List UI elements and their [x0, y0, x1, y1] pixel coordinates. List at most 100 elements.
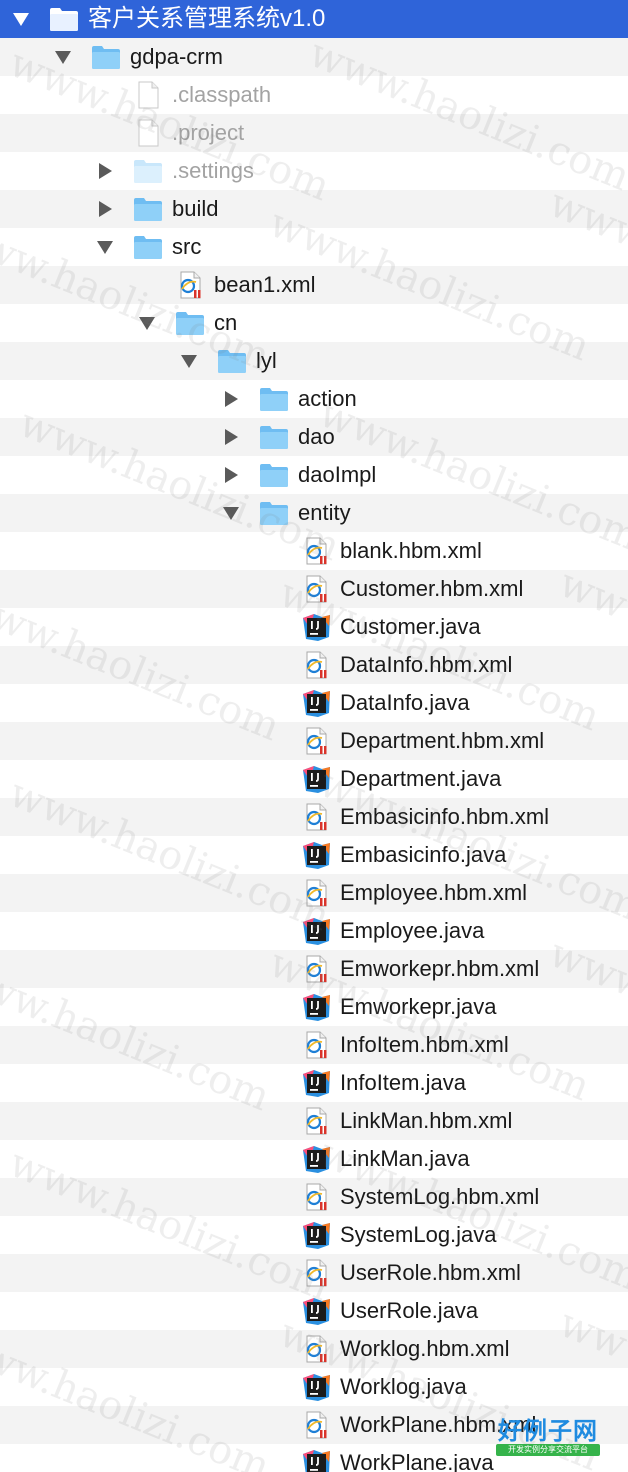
tree-item-label: .project: [172, 120, 245, 145]
disclosure-triangle-right-icon[interactable]: [94, 152, 116, 190]
java-file-icon: [300, 840, 332, 870]
tree-row-systemlog-java[interactable]: SystemLog.java: [0, 1216, 628, 1254]
tree-row-userrole-hbm-xml[interactable]: UserRole.hbm.xml: [0, 1254, 628, 1292]
tree-row-v1-0[interactable]: 客户关系管理系统v1.0: [0, 0, 628, 38]
tree-row-embasicinfo-hbm-xml[interactable]: Embasicinfo.hbm.xml: [0, 798, 628, 836]
disclosure-triangle-right-icon[interactable]: [220, 456, 242, 494]
disclosure-triangle-down-icon[interactable]: [10, 0, 32, 38]
folder-icon: [258, 384, 290, 414]
tree-row-gdpa-crm[interactable]: gdpa-crm: [0, 38, 628, 76]
tree-item-label: .settings: [172, 158, 254, 183]
java-file-icon: [300, 612, 332, 642]
tree-row-settings[interactable]: .settings: [0, 152, 628, 190]
tree-row-customer-hbm-xml[interactable]: Customer.hbm.xml: [0, 570, 628, 608]
tree-row-customer-java[interactable]: Customer.java: [0, 608, 628, 646]
tree-row-systemlog-hbm-xml[interactable]: SystemLog.hbm.xml: [0, 1178, 628, 1216]
tree-item-label: DataInfo.java: [340, 690, 470, 715]
tree-item-label: Embasicinfo.hbm.xml: [340, 804, 550, 829]
tree-item-label: Department.java: [340, 766, 502, 791]
tree-row-workplane-hbm-xml[interactable]: WorkPlane.hbm.xml: [0, 1406, 628, 1444]
tree-row-dao[interactable]: dao: [0, 418, 628, 456]
tree-item-label: entity: [298, 500, 351, 525]
tree-row-userrole-java[interactable]: UserRole.java: [0, 1292, 628, 1330]
tree-row-linkman-hbm-xml[interactable]: LinkMan.hbm.xml: [0, 1102, 628, 1140]
tree-item-label: Emworkepr.java: [340, 994, 497, 1019]
tree-item-label: LinkMan.hbm.xml: [340, 1108, 513, 1133]
tree-item-label: Department.hbm.xml: [340, 728, 545, 753]
tree-item-label: DataInfo.hbm.xml: [340, 652, 513, 677]
tree-row-classpath[interactable]: .classpath: [0, 76, 628, 114]
tree-row-lyl[interactable]: lyl: [0, 342, 628, 380]
tree-row-build[interactable]: build: [0, 190, 628, 228]
xml-file-icon: [300, 878, 332, 908]
tree-row-datainfo-java[interactable]: DataInfo.java: [0, 684, 628, 722]
xml-file-icon: [300, 1334, 332, 1364]
tree-row-emworkepr-hbm-xml[interactable]: Emworkepr.hbm.xml: [0, 950, 628, 988]
tree-row-employee-java[interactable]: Employee.java: [0, 912, 628, 950]
tree-item-label: SystemLog.hbm.xml: [340, 1184, 540, 1209]
java-file-icon: [300, 688, 332, 718]
tree-item-label: WorkPlane.hbm.xml: [340, 1412, 537, 1437]
tree-row-department-hbm-xml[interactable]: Department.hbm.xml: [0, 722, 628, 760]
tree-item-label: Customer.java: [340, 614, 481, 639]
tree-row-entity[interactable]: entity: [0, 494, 628, 532]
tree-row-action[interactable]: action: [0, 380, 628, 418]
xml-file-icon: [300, 650, 332, 680]
file-tree: 客户关系管理系统v1.0 gdpa-crm .classpath .project .s…: [0, 0, 628, 1472]
tree-row-emworkepr-java[interactable]: Emworkepr.java: [0, 988, 628, 1026]
disclosure-triangle-down-icon[interactable]: [136, 304, 158, 342]
tree-item-label: src: [172, 234, 202, 259]
tree-row-src[interactable]: src: [0, 228, 628, 266]
disclosure-triangle-down-icon[interactable]: [220, 494, 242, 532]
tree-row-cn[interactable]: cn: [0, 304, 628, 342]
tree-item-label: InfoItem.java: [340, 1070, 466, 1095]
disclosure-triangle-down-icon[interactable]: [94, 228, 116, 266]
xml-file-icon: [300, 954, 332, 984]
folder-icon: [132, 232, 164, 262]
disclosure-triangle-right-icon[interactable]: [220, 380, 242, 418]
java-file-icon: [300, 1220, 332, 1250]
folder-icon: [258, 460, 290, 490]
disclosure-triangle-down-icon[interactable]: [178, 342, 200, 380]
file-icon: [132, 118, 164, 148]
tree-row-worklog-hbm-xml[interactable]: Worklog.hbm.xml: [0, 1330, 628, 1368]
tree-item-label: blank.hbm.xml: [340, 538, 482, 563]
tree-item-label: Employee.hbm.xml: [340, 880, 528, 905]
folder-icon: [132, 194, 164, 224]
tree-row-blank-hbm-xml[interactable]: blank.hbm.xml: [0, 532, 628, 570]
tree-item-label: Customer.hbm.xml: [340, 576, 524, 601]
tree-row-datainfo-hbm-xml[interactable]: DataInfo.hbm.xml: [0, 646, 628, 684]
java-file-icon: [300, 916, 332, 946]
disclosure-triangle-down-icon[interactable]: [52, 38, 74, 76]
tree-row-workplane-java[interactable]: WorkPlane.java: [0, 1444, 628, 1472]
tree-item-label: InfoItem.hbm.xml: [340, 1032, 509, 1057]
java-file-icon: [300, 1296, 332, 1326]
folder-icon: [132, 156, 164, 186]
xml-file-icon: [300, 536, 332, 566]
tree-row-infoitem-java[interactable]: InfoItem.java: [0, 1064, 628, 1102]
tree-row-infoitem-hbm-xml[interactable]: InfoItem.hbm.xml: [0, 1026, 628, 1064]
tree-item-label: UserRole.java: [340, 1298, 479, 1323]
tree-row-project[interactable]: .project: [0, 114, 628, 152]
folder-icon: [258, 498, 290, 528]
java-file-icon: [300, 992, 332, 1022]
java-file-icon: [300, 1068, 332, 1098]
tree-row-worklog-java[interactable]: Worklog.java: [0, 1368, 628, 1406]
xml-file-icon: [300, 1182, 332, 1212]
tree-item-label: Worklog.java: [340, 1374, 467, 1399]
tree-row-bean1-xml[interactable]: bean1.xml: [0, 266, 628, 304]
java-file-icon: [300, 764, 332, 794]
tree-row-employee-hbm-xml[interactable]: Employee.hbm.xml: [0, 874, 628, 912]
xml-file-icon: [300, 1106, 332, 1136]
tree-item-label: dao: [298, 424, 335, 449]
tree-row-daoimpl[interactable]: daoImpl: [0, 456, 628, 494]
xml-file-icon: [300, 726, 332, 756]
tree-row-linkman-java[interactable]: LinkMan.java: [0, 1140, 628, 1178]
tree-row-embasicinfo-java[interactable]: Embasicinfo.java: [0, 836, 628, 874]
disclosure-triangle-right-icon[interactable]: [220, 418, 242, 456]
tree-row-department-java[interactable]: Department.java: [0, 760, 628, 798]
tree-item-label: .classpath: [172, 82, 272, 107]
disclosure-triangle-right-icon[interactable]: [94, 190, 116, 228]
tree-item-label: cn: [214, 310, 238, 335]
tree-item-label: build: [172, 196, 219, 221]
